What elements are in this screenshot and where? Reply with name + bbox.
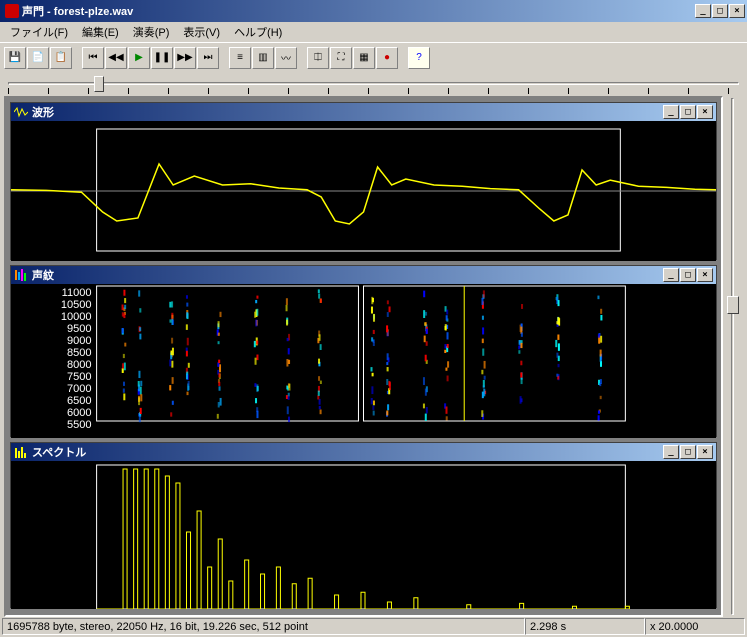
menu-edit[interactable]: 編集(E)	[76, 22, 125, 42]
spectrogram-max-button[interactable]: □	[680, 268, 696, 282]
svg-text:9000: 9000	[67, 335, 92, 347]
svg-text:6000: 6000	[67, 407, 92, 419]
svg-text:9500: 9500	[67, 323, 92, 335]
window-title: 声門 - forest-plze.wav	[22, 3, 695, 19]
zoom-slider-thumb[interactable]	[727, 296, 739, 314]
spectrum-view[interactable]	[11, 461, 716, 609]
waveform-min-button[interactable]: _	[663, 105, 679, 119]
play-button[interactable]: ▶	[128, 47, 150, 69]
spectrogram-icon	[14, 269, 28, 281]
grid-button[interactable]: ▦	[353, 47, 375, 69]
spectrum-title: スペクトル	[32, 444, 663, 460]
spectrogram-min-button[interactable]: _	[663, 268, 679, 282]
spectrum-close-button[interactable]: ×	[697, 445, 713, 459]
waveform-title: 波形	[32, 104, 663, 120]
spectrum-icon	[14, 446, 28, 458]
spectrogram-header: 声紋 _ □ ×	[11, 266, 716, 284]
svg-text:7500: 7500	[67, 371, 92, 383]
fastforward-all-button[interactable]: ⏭	[197, 47, 219, 69]
spectrum-min-button[interactable]: _	[663, 445, 679, 459]
svg-text:5500: 5500	[67, 419, 92, 431]
waveform-icon	[14, 106, 28, 118]
menu-view[interactable]: 表示(V)	[177, 22, 226, 42]
zoom-slider[interactable]	[725, 96, 743, 617]
statusbar: 1695788 byte, stereo, 22050 Hz, 16 bit, …	[2, 618, 745, 635]
titlebar: 声門 - forest-plze.wav _ □ ×	[0, 0, 747, 22]
paste-button[interactable]: 📋	[50, 47, 72, 69]
maximize-button[interactable]: □	[712, 4, 728, 18]
fullscreen-button[interactable]: ⛶	[330, 47, 352, 69]
menu-help[interactable]: ヘルプ(H)	[228, 22, 288, 42]
waveform-view[interactable]	[11, 121, 716, 261]
svg-text:8500: 8500	[67, 347, 92, 359]
help-button[interactable]: ?	[408, 47, 430, 69]
svg-text:8000: 8000	[67, 359, 92, 371]
svg-text:10500: 10500	[61, 299, 92, 311]
fx2-button[interactable]: ▥	[252, 47, 274, 69]
fx3-button[interactable]: 〰	[275, 47, 297, 69]
toolbar: 💾 📄 📋 ⏮ ◀◀ ▶ ❚❚ ▶▶ ⏭ ≡ ▥ 〰 ⎅ ⛶ ▦ ● ?	[0, 42, 747, 72]
spectrum-header: スペクトル _ □ ×	[11, 443, 716, 461]
svg-text:10000: 10000	[61, 311, 92, 323]
pause-button[interactable]: ❚❚	[151, 47, 173, 69]
fastforward-button[interactable]: ▶▶	[174, 47, 196, 69]
menu-file[interactable]: ファイル(F)	[4, 22, 74, 42]
status-time: 2.298 s	[525, 618, 645, 635]
save-button[interactable]: 💾	[4, 47, 26, 69]
svg-text:7000: 7000	[67, 383, 92, 395]
waveform-close-button[interactable]: ×	[697, 105, 713, 119]
status-info: 1695788 byte, stereo, 22050 Hz, 16 bit, …	[2, 618, 525, 635]
waveform-pane: 波形 _ □ ×	[10, 102, 717, 260]
window-buttons: _ □ ×	[695, 4, 745, 18]
menubar: ファイル(F) 編集(E) 演奏(P) 表示(V) ヘルプ(H)	[0, 22, 747, 42]
rewind-button[interactable]: ◀◀	[105, 47, 127, 69]
fx1-button[interactable]: ≡	[229, 47, 251, 69]
svg-text:6500: 6500	[67, 395, 92, 407]
spectrogram-close-button[interactable]: ×	[697, 268, 713, 282]
waveform-header: 波形 _ □ ×	[11, 103, 716, 121]
record-button[interactable]: ●	[376, 47, 398, 69]
mdi-area: 波形 _ □ × 声紋 _ □ ×	[4, 96, 723, 617]
menu-play[interactable]: 演奏(P)	[127, 22, 176, 42]
waveform-max-button[interactable]: □	[680, 105, 696, 119]
app-icon	[5, 4, 19, 18]
split-button[interactable]: ⎅	[307, 47, 329, 69]
svg-text:11000: 11000	[62, 287, 92, 299]
time-slider[interactable]	[0, 72, 747, 96]
spectrogram-title: 声紋	[32, 267, 663, 283]
status-zoom: x 20.0000	[645, 618, 745, 635]
close-button[interactable]: ×	[729, 4, 745, 18]
minimize-button[interactable]: _	[695, 4, 711, 18]
spectrum-max-button[interactable]: □	[680, 445, 696, 459]
time-slider-thumb[interactable]	[94, 76, 104, 92]
spectrogram-pane: 声紋 _ □ × 1100010500100009500900085008000…	[10, 265, 717, 437]
rewind-all-button[interactable]: ⏮	[82, 47, 104, 69]
spectrogram-view[interactable]: 1100010500100009500900085008000750070006…	[11, 284, 716, 438]
copy-button[interactable]: 📄	[27, 47, 49, 69]
spectrum-pane: スペクトル _ □ ×	[10, 442, 717, 608]
